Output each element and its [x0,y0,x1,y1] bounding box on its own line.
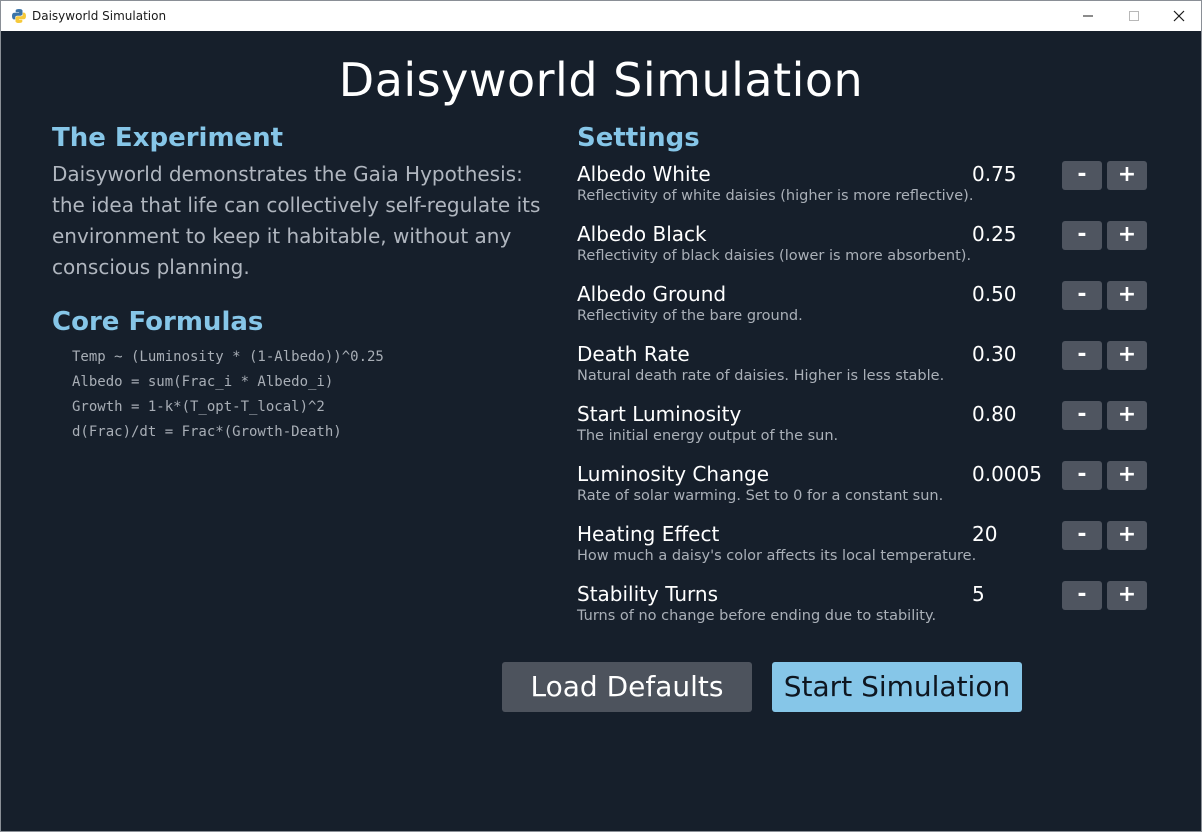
setting-value: 0.25 [972,222,1017,246]
app-window: Daisyworld Simulation Daisyworld Simulat… [0,0,1202,832]
setting-value: 0.30 [972,342,1017,366]
experiment-description: Daisyworld demonstrates the Gaia Hypothe… [52,162,541,279]
increase-button[interactable]: + [1107,401,1147,430]
increase-button[interactable]: + [1107,281,1147,310]
formula-frac: d(Frac)/dt = Frac*(Growth-Death) [72,424,342,440]
maximize-icon [1129,11,1139,21]
close-icon [1173,10,1185,22]
setting-value: 0.50 [972,282,1017,306]
formula-list: Temp ~ (Luminosity * (1-Albedo))^0.25 Al… [72,345,384,445]
increase-button[interactable]: + [1107,161,1147,190]
settings-heading: Settings [577,123,700,153]
increase-button[interactable]: + [1107,221,1147,250]
setting-label: Luminosity Change [577,462,770,486]
page-title: Daisyworld Simulation [338,53,864,107]
setting-albedo-ground: Albedo Ground Reflectivity of the bare g… [577,281,1157,341]
decrease-button[interactable]: - [1062,461,1102,490]
setting-description: How much a daisy's color affects its loc… [577,548,977,564]
setting-heating-effect: Heating Effect How much a daisy's color … [577,521,1157,581]
decrease-button[interactable]: - [1062,401,1102,430]
setting-label: Heating Effect [577,522,720,546]
title-bar[interactable]: Daisyworld Simulation [1,1,1201,31]
setting-death-rate: Death Rate Natural death rate of daisies… [577,341,1157,401]
setting-description: Reflectivity of the bare ground. [577,308,803,324]
close-button[interactable] [1156,1,1201,31]
setting-description: Natural death rate of daisies. Higher is… [577,368,945,384]
formula-temp: Temp ~ (Luminosity * (1-Albedo))^0.25 [72,349,384,365]
setting-description: Turns of no change before ending due to … [577,608,937,624]
increase-button[interactable]: + [1107,581,1147,610]
setting-label: Death Rate [577,342,690,366]
setting-label: Albedo Black [577,222,707,246]
setting-stability-turns: Stability Turns Turns of no change befor… [577,581,1157,641]
setting-description: The initial energy output of the sun. [577,428,839,444]
window-title: Daisyworld Simulation [32,9,167,23]
decrease-button[interactable]: - [1062,161,1102,190]
decrease-button[interactable]: - [1062,221,1102,250]
increase-button[interactable]: + [1107,461,1147,490]
increase-button[interactable]: + [1107,341,1147,370]
decrease-button[interactable]: - [1062,281,1102,310]
setting-start-luminosity: Start Luminosity The initial energy outp… [577,401,1157,461]
setting-luminosity-change: Luminosity Change Rate of solar warming.… [577,461,1157,521]
python-app-icon [12,9,26,23]
setting-value: 0.0005 [972,462,1042,486]
setting-label: Stability Turns [577,582,719,606]
formula-albedo: Albedo = sum(Frac_i * Albedo_i) [72,374,334,390]
setting-albedo-black: Albedo Black Reflectivity of black daisi… [577,221,1157,281]
setting-albedo-white: Albedo White Reflectivity of white daisi… [577,161,1157,221]
setting-value: 0.75 [972,162,1017,186]
minimize-icon [1083,15,1093,17]
setting-description: Reflectivity of black daisies (lower is … [577,248,972,264]
setting-label: Start Luminosity [577,402,742,426]
setting-description: Rate of solar warming. Set to 0 for a co… [577,488,944,504]
start-simulation-button[interactable]: Start Simulation [772,662,1022,712]
setting-value: 20 [972,522,998,546]
setting-label: Albedo White [577,162,711,186]
minimize-button[interactable] [1065,1,1111,31]
setting-label: Albedo Ground [577,282,727,306]
formulas-heading: Core Formulas [52,307,264,337]
formula-growth: Growth = 1-k*(T_opt-T_local)^2 [72,399,325,415]
decrease-button[interactable]: - [1062,521,1102,550]
setting-description: Reflectivity of white daisies (higher is… [577,188,974,204]
main-content: Daisyworld Simulation The Experiment Dai… [1,31,1201,831]
decrease-button[interactable]: - [1062,581,1102,610]
setting-value: 0.80 [972,402,1017,426]
decrease-button[interactable]: - [1062,341,1102,370]
maximize-button[interactable] [1111,1,1157,31]
experiment-heading: The Experiment [52,123,284,153]
setting-value: 5 [972,582,985,606]
load-defaults-button[interactable]: Load Defaults [502,662,752,712]
increase-button[interactable]: + [1107,521,1147,550]
